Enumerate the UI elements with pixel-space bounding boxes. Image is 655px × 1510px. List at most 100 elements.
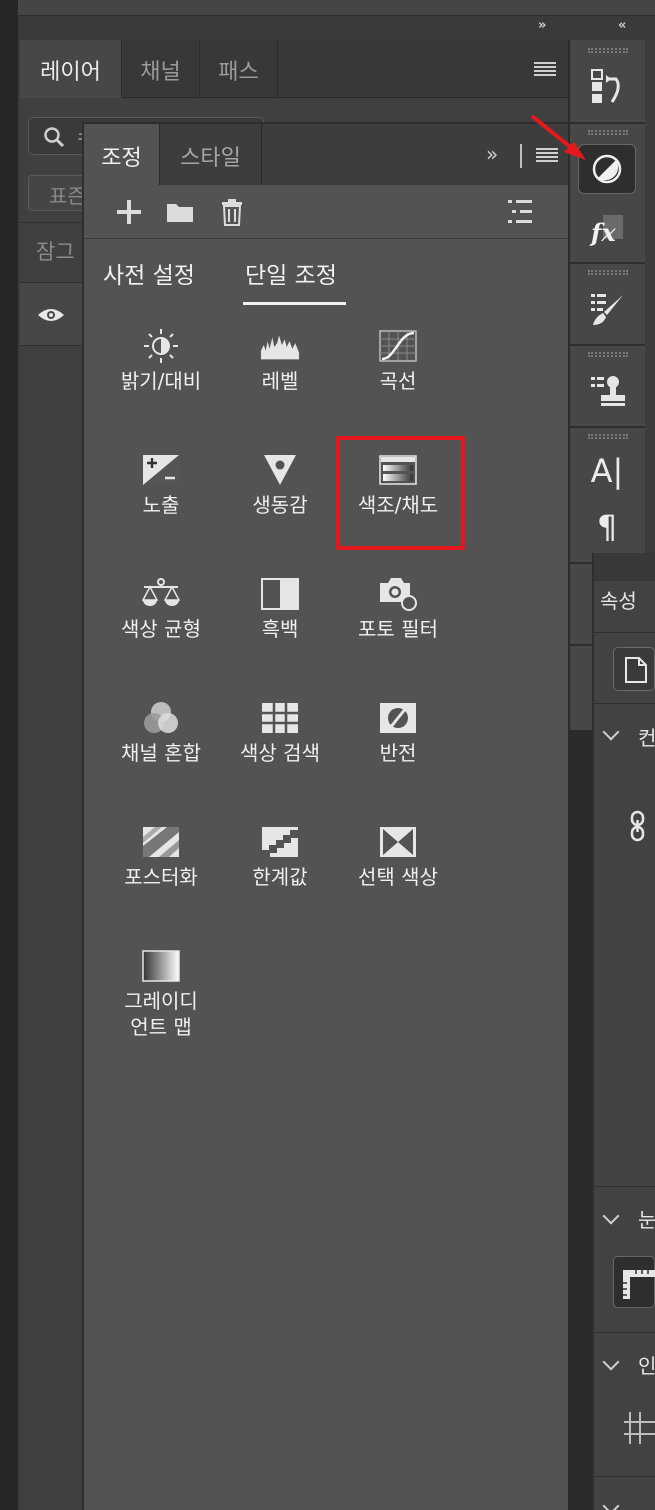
tab-paths[interactable]: 패스 (200, 40, 278, 98)
grip (588, 270, 628, 275)
divider (594, 1186, 655, 1187)
adjustment-gradient-map[interactable]: 그레이디 언트 맵 (101, 946, 221, 1040)
tab-properties[interactable]: 속성 (600, 585, 655, 633)
adjustment-label: 밝기/대비 (120, 369, 202, 393)
adjustment-label: 선택 색상 (358, 865, 438, 889)
section-canvas-header[interactable]: 컨 (638, 722, 655, 751)
adjustment-color-balance[interactable]: 색상 균형 (101, 574, 221, 642)
section-rulers-header[interactable]: 눈 (638, 1204, 655, 1233)
divider (594, 703, 655, 704)
ruler-toggle-button[interactable] (613, 1256, 655, 1308)
divider (570, 426, 645, 428)
vibrance-icon (264, 455, 296, 485)
styles-fx-icon: fx (589, 215, 623, 247)
adjustment-label: 레벨 (261, 369, 299, 393)
clone-source-button[interactable] (578, 366, 636, 416)
adjustment-label: 색상 검색 (240, 741, 320, 765)
divider (594, 1476, 655, 1477)
styles-button[interactable]: fx (578, 204, 636, 254)
adjustment-exposure[interactable]: 노출 (101, 450, 221, 518)
adjustments-icon (592, 154, 622, 184)
adjustment-channel-mixer[interactable]: 채널 혼합 (101, 698, 221, 766)
adjustment-label: 포토 필터 (358, 617, 438, 641)
posterize-icon (143, 827, 179, 857)
adjustment-label: 반전 (379, 741, 417, 765)
lock-label: 잠그 (36, 240, 75, 264)
section-guides-header[interactable]: 인 (638, 1350, 655, 1379)
grip (588, 352, 628, 357)
divider (594, 1332, 655, 1333)
link-icon[interactable] (628, 810, 648, 842)
invert-icon (380, 703, 416, 733)
document-properties-button[interactable] (613, 647, 655, 691)
grip (588, 48, 628, 53)
divider (570, 262, 645, 264)
brush-presets-icon (591, 294, 623, 325)
gradient-map-icon (142, 950, 180, 982)
adjustment-vibrance[interactable]: 생동감 (220, 450, 340, 518)
tab-adjustments[interactable]: 조정 (84, 124, 160, 185)
adjustment-levels[interactable]: 레벨 (220, 326, 340, 394)
exposure-icon (143, 455, 179, 485)
layers-tab-bar: 레이어 채널 패스 (20, 40, 568, 98)
eye-icon[interactable] (36, 307, 66, 323)
collapse-row: » « (18, 16, 655, 40)
adjustment-color-lookup[interactable]: 색상 검색 (220, 698, 340, 766)
adjustment-label: 그레이디 언트 맵 (124, 989, 198, 1039)
photo-filter-icon (380, 578, 417, 611)
folder-icon[interactable] (166, 200, 194, 224)
history-button[interactable] (578, 62, 636, 112)
divider (20, 345, 82, 346)
adjustment-label: 생동감 (252, 493, 308, 517)
left-edge-strip (0, 0, 18, 1510)
tab-channels[interactable]: 채널 (122, 40, 200, 98)
levels-icon (260, 335, 300, 360)
grip (588, 130, 628, 135)
subtab-single-adjustments[interactable]: 단일 조정 (245, 256, 337, 290)
adjustments-tab-bar: 조정 스타일 » (84, 124, 568, 185)
clone-source-icon (591, 376, 625, 406)
properties-header (594, 553, 655, 581)
adjustment-brightness-contrast[interactable]: 밝기/대비 (101, 326, 221, 394)
adjustment-label: 색상 균형 (121, 617, 201, 641)
brush-presets-button[interactable] (578, 284, 636, 334)
adjustment-label: 노출 (142, 493, 180, 517)
adjustment-black-white[interactable]: 흑백 (220, 574, 340, 642)
layers-menu-icon[interactable] (534, 62, 556, 76)
list-view-icon[interactable] (506, 197, 534, 227)
highlight-box (336, 436, 465, 550)
threshold-icon (262, 827, 298, 857)
divider (20, 222, 82, 223)
active-subtab-indicator (243, 302, 346, 305)
adjustment-curves[interactable]: 곡선 (338, 326, 458, 394)
top-bar (18, 0, 655, 16)
collapse-panels-button[interactable]: » (538, 18, 547, 33)
add-icon[interactable] (116, 199, 142, 225)
channel-mixer-icon (144, 702, 178, 733)
svg-text:fx: fx (589, 218, 616, 247)
selective-color-icon (380, 827, 416, 857)
subtab-presets[interactable]: 사전 설정 (103, 256, 195, 290)
grid-icon[interactable] (622, 1410, 655, 1446)
expand-toolstrip-button[interactable]: « (618, 18, 627, 33)
adjustment-invert[interactable]: 반전 (338, 698, 458, 766)
divider (594, 632, 655, 633)
expand-panel-button[interactable]: » (486, 142, 498, 166)
adjustment-selective-color[interactable]: 선택 색상 (338, 822, 458, 890)
tab-layers[interactable]: 레이어 (20, 40, 122, 98)
document-icon (625, 657, 647, 683)
trash-icon[interactable] (220, 198, 244, 226)
black-white-icon (261, 578, 299, 610)
layer-row[interactable] (20, 283, 82, 345)
paragraph-button[interactable]: ¶ (578, 502, 636, 552)
color-lookup-icon (262, 703, 298, 733)
adjustment-photo-filter[interactable]: 포토 필터 (338, 574, 458, 642)
character-button[interactable]: A| (578, 446, 636, 496)
ruler-icon (623, 1270, 655, 1299)
adjustment-label: 흑백 (261, 617, 299, 641)
grip (588, 434, 628, 439)
adjustment-threshold[interactable]: 한계값 (220, 822, 340, 890)
tab-styles[interactable]: 스타일 (160, 124, 262, 185)
adjustment-posterize[interactable]: 포스터화 (101, 822, 221, 890)
history-icon (591, 69, 620, 103)
